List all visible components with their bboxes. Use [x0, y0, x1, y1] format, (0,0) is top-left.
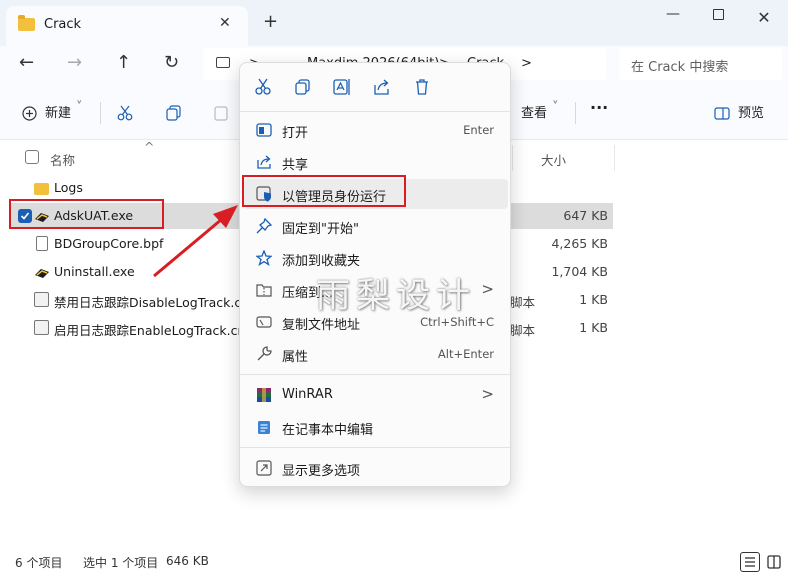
watermark: 雨梨设计: [316, 276, 476, 316]
